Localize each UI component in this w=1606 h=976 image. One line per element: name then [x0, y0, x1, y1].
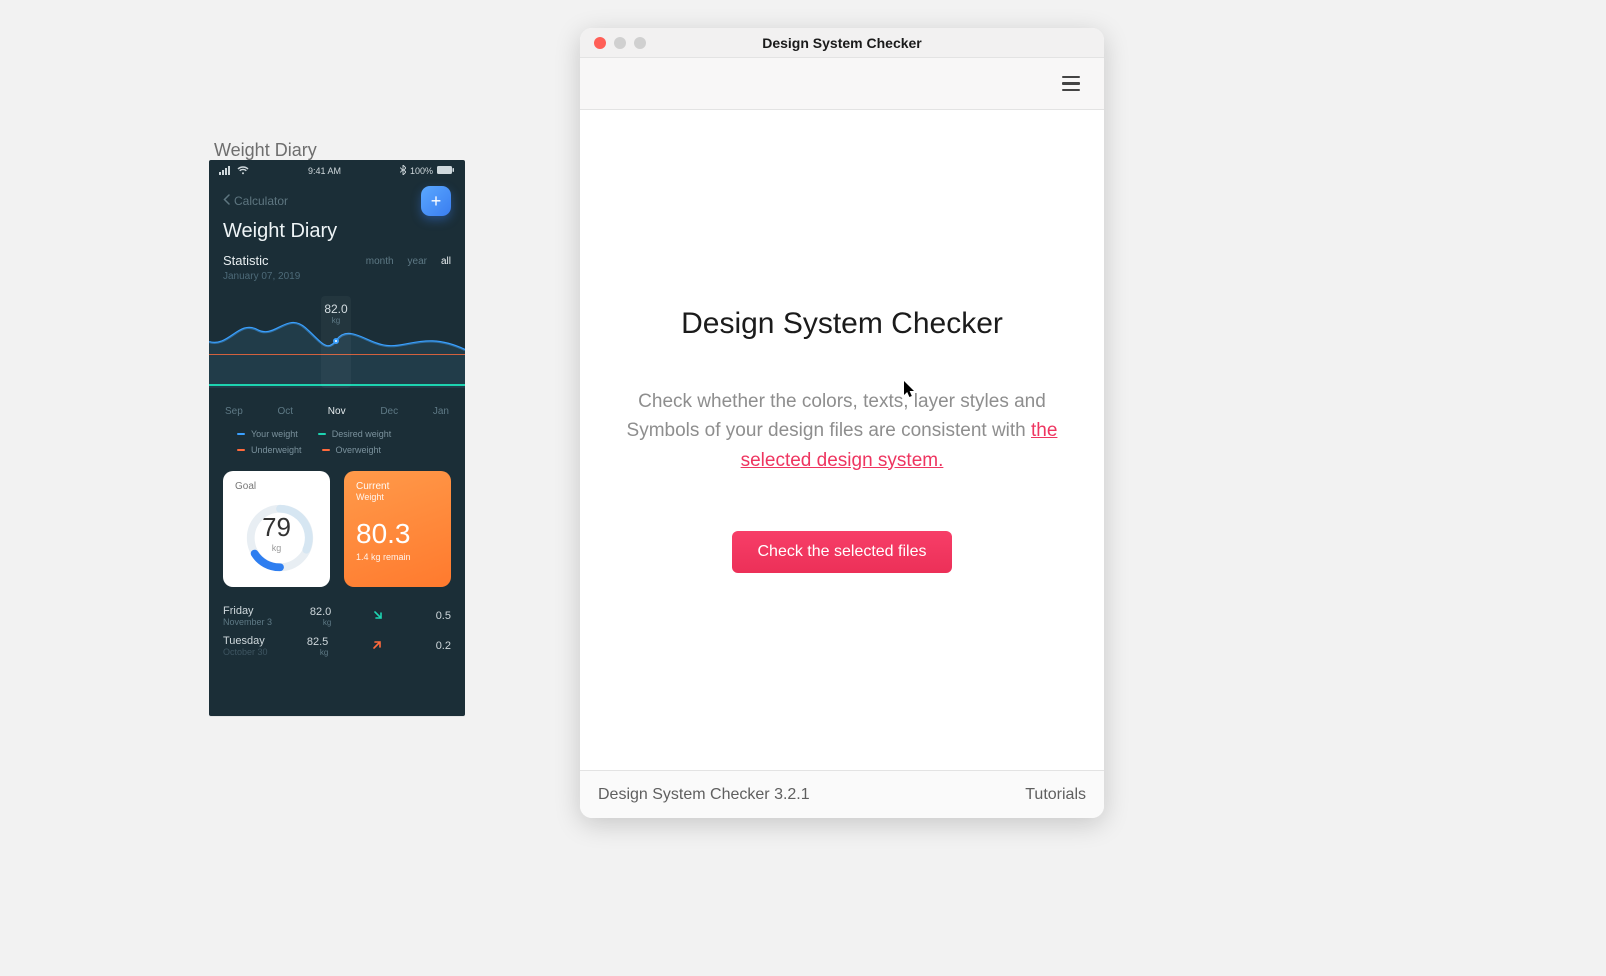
month-jan[interactable]: Jan: [433, 406, 449, 417]
arrow-down-icon: [369, 609, 387, 624]
entry-weight: 82.0: [310, 606, 331, 618]
entry-delta: 0.2: [425, 640, 451, 652]
tooltip-unit: kg: [321, 316, 351, 325]
add-button[interactable]: +: [421, 186, 451, 216]
legend-underweight: Underweight: [251, 445, 302, 455]
footer-version: Design System Checker 3.2.1: [598, 786, 810, 804]
statistic-label: Statistic: [223, 253, 300, 268]
current-value: 80.3: [356, 518, 439, 550]
range-tabs: month year all: [366, 256, 451, 267]
description-text: Check whether the colors, texts, layer s…: [627, 391, 1046, 441]
status-bar: 9:41 AM 100%: [209, 160, 465, 180]
page-description: Check whether the colors, texts, layer s…: [624, 387, 1060, 475]
status-time: 9:41 AM: [249, 166, 400, 176]
entry-day: Friday: [223, 605, 272, 617]
entry-row[interactable]: Tuesday October 30 82.5 kg 0.2: [223, 631, 451, 661]
chevron-left-icon: [223, 194, 230, 208]
tab-year[interactable]: year: [408, 256, 427, 267]
legend-overweight: Overweight: [336, 445, 382, 455]
weight-chart[interactable]: 82.0 kg: [209, 296, 465, 388]
hamburger-icon: [1062, 76, 1080, 79]
plus-icon: +: [431, 191, 442, 212]
month-dec[interactable]: Dec: [380, 406, 398, 417]
tooltip-value: 82.0: [321, 302, 351, 316]
artboard-label: Weight Diary: [214, 140, 317, 161]
wifi-icon: [237, 166, 249, 177]
title-bar: Design System Checker: [580, 28, 1104, 58]
entry-row[interactable]: Friday November 3 82.0 kg 0.5: [223, 601, 451, 631]
chart-selected-point[interactable]: [333, 338, 339, 344]
weight-diary-artboard: 9:41 AM 100% Calculator + Weight Diary S…: [209, 160, 465, 716]
check-files-button[interactable]: Check the selected files: [732, 531, 953, 573]
month-sep[interactable]: Sep: [225, 406, 243, 417]
entry-delta: 0.5: [425, 610, 451, 622]
goal-card[interactable]: Goal 79 kg: [223, 471, 330, 587]
entry-date: October 30: [223, 647, 268, 657]
current-remain: 1.4 kg remain: [356, 552, 439, 562]
entry-day: Tuesday: [223, 635, 268, 647]
legend-desired-weight: Desired weight: [332, 429, 392, 439]
goal-ring-icon: [241, 499, 319, 577]
current-weight-card[interactable]: Current Weight 80.3 1.4 kg remain: [344, 471, 451, 587]
month-axis: Sep Oct Nov Dec Jan: [209, 388, 465, 425]
toolbar: [580, 58, 1104, 110]
main-content: Design System Checker Check whether the …: [580, 110, 1104, 770]
screen-title: Weight Diary: [209, 218, 465, 253]
month-nov[interactable]: Nov: [328, 406, 346, 417]
back-button[interactable]: Calculator: [223, 194, 288, 208]
arrow-up-icon: [368, 639, 386, 654]
entry-date: November 3: [223, 617, 272, 627]
entry-unit: kg: [310, 618, 331, 627]
current-title: Current: [356, 481, 439, 492]
window-title: Design System Checker: [580, 35, 1104, 51]
app-window: Design System Checker Design System Chec…: [580, 28, 1104, 818]
battery-icon: [437, 166, 455, 176]
menu-button[interactable]: [1056, 70, 1086, 98]
entry-unit: kg: [307, 648, 328, 657]
chart-legend: Your weight Desired weight Underweight O…: [209, 425, 465, 465]
entry-weight: 82.5: [307, 636, 328, 648]
month-oct[interactable]: Oct: [278, 406, 294, 417]
signal-icon: [219, 166, 233, 177]
goal-title: Goal: [235, 481, 318, 492]
current-sub: Weight: [356, 492, 439, 502]
tutorials-link[interactable]: Tutorials: [1025, 786, 1086, 804]
back-label: Calculator: [234, 194, 288, 208]
status-battery-pct: 100%: [410, 166, 433, 176]
tab-all[interactable]: all: [441, 256, 451, 267]
tab-month[interactable]: month: [366, 256, 394, 267]
statistic-date: January 07, 2019: [223, 271, 300, 282]
bluetooth-icon: [400, 165, 406, 177]
window-footer: Design System Checker 3.2.1 Tutorials: [580, 770, 1104, 818]
legend-your-weight: Your weight: [251, 429, 298, 439]
page-heading: Design System Checker: [681, 307, 1003, 341]
